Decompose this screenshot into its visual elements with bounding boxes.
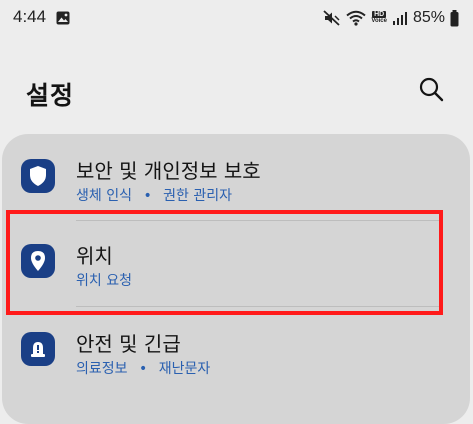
shield-icon xyxy=(21,159,55,193)
settings-item-location[interactable]: 위치 위치 요청 xyxy=(2,222,470,306)
settings-item-title: 위치 xyxy=(76,244,113,268)
settings-item-title: 보안 및 개인정보 보호 xyxy=(76,159,261,183)
status-icons: HD Voice 85% xyxy=(323,7,459,29)
subtitle-part: 재난문자 xyxy=(158,361,211,377)
search-button[interactable] xyxy=(416,76,446,106)
wifi-icon xyxy=(346,10,367,26)
settings-item-security-privacy[interactable]: 보안 및 개인정보 보호 생체 인식 • 권한 관리자 xyxy=(2,136,470,220)
hd-voice-icon: HD Voice xyxy=(371,11,387,25)
mute-icon xyxy=(323,10,341,26)
settings-item-subtitle: 의료정보 • 재난문자 xyxy=(76,358,210,378)
settings-item-subtitle: 생체 인식 • 권한 관리자 xyxy=(76,185,232,205)
location-pin-icon xyxy=(21,244,55,278)
page-title: 설정 xyxy=(26,81,75,110)
battery-icon xyxy=(450,9,459,27)
status-bar: 4:44 HD Voice 85% xyxy=(0,0,473,36)
subtitle-part: 권한 관리자 xyxy=(163,188,233,204)
settings-card: 보안 및 개인정보 보호 생체 인식 • 권한 관리자 위치 위치 요청 안전 … xyxy=(2,134,470,424)
divider xyxy=(76,306,442,307)
search-icon xyxy=(418,76,444,106)
hd-label: HD xyxy=(372,11,387,18)
divider xyxy=(76,220,442,221)
subtitle-part: 생체 인식 xyxy=(76,188,132,204)
subtitle-separator: • xyxy=(143,188,152,204)
subtitle-part: 의료정보 xyxy=(76,361,128,377)
subtitle-separator: • xyxy=(138,361,148,377)
emergency-alert-icon xyxy=(21,332,55,366)
settings-item-title: 안전 및 긴급 xyxy=(76,332,181,356)
settings-item-subtitle: 위치 요청 xyxy=(76,273,132,289)
status-time: 4:44 xyxy=(13,7,47,26)
voice-label: Voice xyxy=(371,18,387,24)
signal-icon xyxy=(392,11,408,25)
battery-percent: 85% xyxy=(412,9,445,26)
settings-item-safety-emergency[interactable]: 안전 및 긴급 의료정보 • 재난문자 xyxy=(2,308,470,392)
gallery-icon xyxy=(56,10,70,25)
